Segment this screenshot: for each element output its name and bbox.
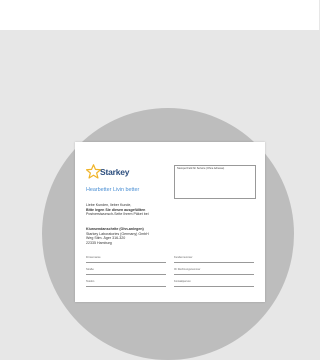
starkey-logo: Starkey [86, 164, 146, 182]
field-label: Ihr Rechnungsnummer [174, 268, 201, 271]
stamp-box: Stempel Feld für Service (Ohne Adresse) [174, 165, 256, 199]
field-customer-number[interactable]: Kundennummer [174, 254, 254, 263]
star-icon [86, 164, 101, 179]
field-label: Kundennummer [174, 256, 193, 259]
field-label: Firmenname [86, 256, 101, 259]
field-invoice-number[interactable]: Ihr Rechnungsnummer [174, 266, 254, 275]
brand-name: Starkey [100, 167, 130, 177]
field-street[interactable]: Straße [86, 266, 166, 275]
field-company[interactable]: Firmenname [86, 254, 166, 263]
greeting-line: Postversiwunsch-Seite Ihrem Päket bei [86, 212, 149, 217]
top-bar [0, 0, 319, 30]
stamp-label: Stempel Feld für Service (Ohne Adresse) [177, 167, 225, 170]
address-line: Kiunsendanschrite (Ohn-anlegen) [86, 227, 144, 231]
field-label: Straße [86, 268, 94, 271]
form-title: Hearbetter Livin better [86, 187, 140, 193]
form-preview: Starkey Hearbetter Livin better Liebe Ku… [75, 142, 265, 302]
address-block: Kiunsendanschrite (Ohn-anlegen) Starkey … [86, 227, 149, 245]
address-line: 22335 Hamburg [86, 240, 112, 245]
greeting-block: Liebe Kunden, lieber Kunde, Bitte legen … [86, 203, 149, 217]
